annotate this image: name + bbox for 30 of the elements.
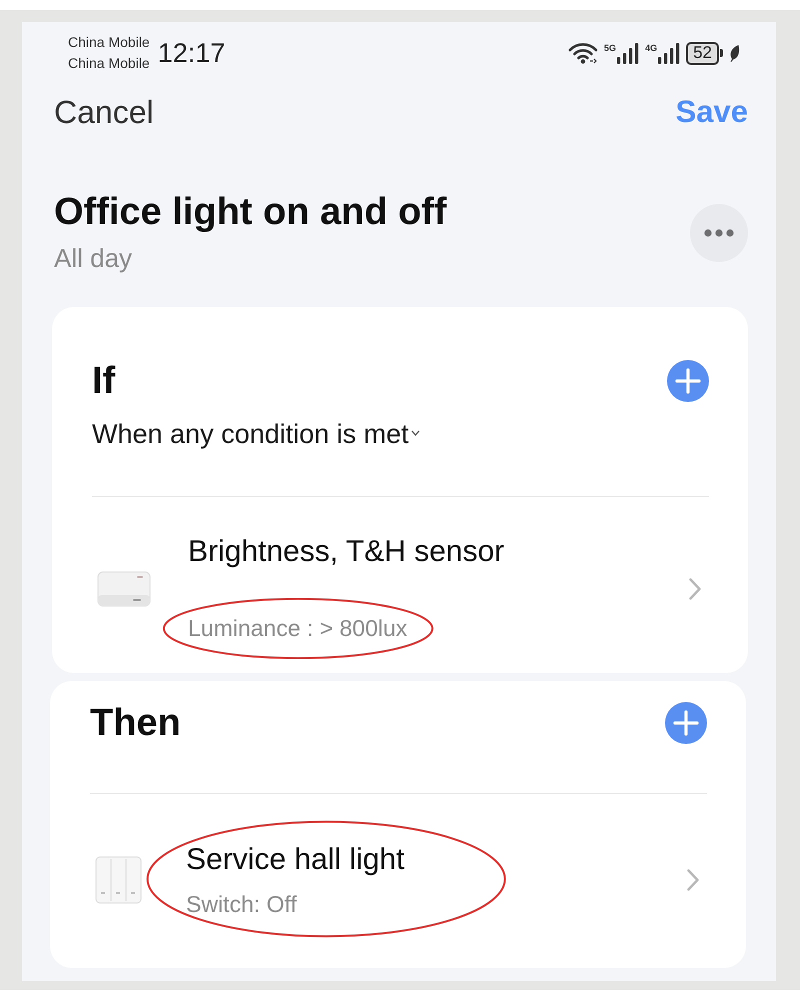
automation-title: Office light on and off — [54, 191, 447, 233]
sensor-device-icon — [97, 571, 151, 607]
section-title: Then — [90, 702, 181, 744]
device-status: Switch: Off — [186, 890, 297, 918]
carrier-label: China Mobile — [68, 54, 150, 73]
add-button[interactable] — [665, 702, 707, 744]
more-icon — [704, 228, 734, 236]
cancel-button[interactable]: Cancel — [54, 93, 154, 131]
device-name: Brightness, T&H sensor — [188, 534, 504, 570]
carrier-label: China Mobile — [68, 33, 150, 52]
network-type-label: 4G — [645, 43, 658, 53]
device-status: Luminance : > 800lux — [188, 615, 408, 641]
network-type-label: 5G — [604, 43, 616, 53]
plus-icon — [667, 360, 709, 402]
wifi-icon — [568, 42, 598, 64]
caret-icon — [410, 430, 420, 436]
wall-switch-icon — [95, 856, 142, 904]
clock-time: 12:17 — [158, 37, 226, 69]
signal-icon — [617, 42, 640, 64]
plus-icon — [665, 702, 707, 744]
section-title: If — [92, 360, 116, 402]
device-name: Service hall light — [186, 842, 404, 878]
condition-dropdown[interactable]: When any condition is met — [92, 418, 420, 450]
add-button[interactable] — [667, 360, 709, 402]
chevron-right-icon[interactable] — [689, 578, 701, 600]
schedule-subtitle: All day — [54, 242, 132, 274]
battery-indicator: 52 — [686, 42, 723, 64]
leaf-icon — [729, 44, 740, 62]
chevron-right-icon[interactable] — [687, 869, 699, 891]
signal-icon — [658, 42, 680, 64]
